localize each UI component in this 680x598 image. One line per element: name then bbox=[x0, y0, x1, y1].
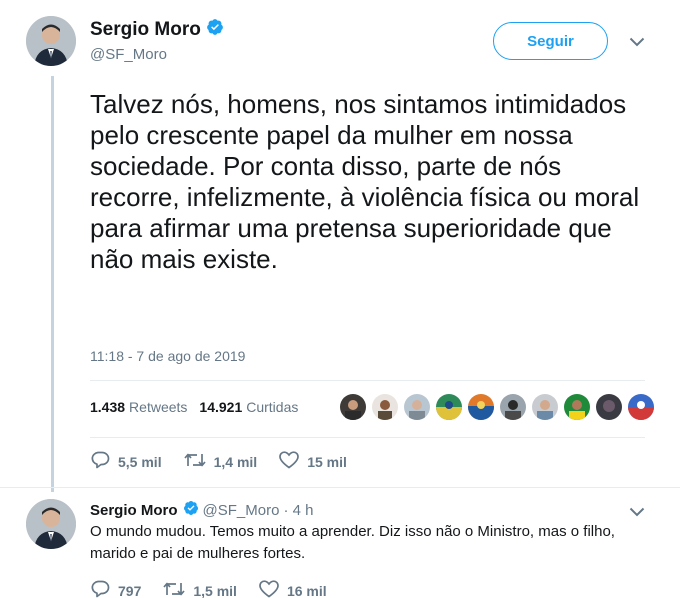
reply-count: 797 bbox=[118, 582, 142, 598]
tweet-timestamp[interactable]: 11:18 - 7 de ago de 2019 bbox=[90, 348, 245, 364]
author-name[interactable]: Sergio Moro bbox=[90, 502, 178, 519]
liker-avatars bbox=[340, 394, 660, 420]
retweet-action[interactable]: 1,4 mil bbox=[183, 452, 258, 471]
liker-avatar[interactable] bbox=[340, 394, 366, 420]
liker-avatar[interactable] bbox=[404, 394, 430, 420]
retweets-label[interactable]: Retweets bbox=[129, 399, 187, 415]
divider bbox=[90, 380, 645, 381]
thread-connector-line bbox=[51, 76, 54, 492]
reply-icon[interactable] bbox=[90, 580, 118, 598]
like-count: 15 mil bbox=[307, 453, 347, 470]
like-count: 16 mil bbox=[286, 582, 327, 598]
tweet-actions: 5,5 mil 1,4 mil 15 mil bbox=[90, 451, 369, 472]
tweet-stats: 1.438 Retweets 14.921 Curtidas bbox=[90, 399, 310, 415]
like-action[interactable]: 16 mil bbox=[259, 580, 327, 598]
author-handle[interactable]: @SF_Moro bbox=[90, 46, 167, 63]
like-icon[interactable] bbox=[259, 580, 287, 598]
like-icon[interactable] bbox=[279, 451, 307, 472]
follow-button[interactable]: Seguir bbox=[493, 22, 608, 60]
retweet-icon[interactable] bbox=[163, 581, 193, 598]
avatar[interactable] bbox=[26, 16, 76, 66]
liker-avatar[interactable] bbox=[500, 394, 526, 420]
liker-avatar[interactable] bbox=[564, 394, 590, 420]
reply-action[interactable]: 797 bbox=[90, 580, 141, 598]
reply-count: 5,5 mil bbox=[118, 453, 162, 470]
like-action[interactable]: 15 mil bbox=[279, 451, 347, 472]
retweets-count[interactable]: 1.438 bbox=[90, 399, 125, 415]
divider bbox=[0, 487, 680, 488]
verified-badge-icon bbox=[206, 18, 224, 41]
liker-avatar[interactable] bbox=[532, 394, 558, 420]
chevron-down-icon[interactable] bbox=[629, 34, 645, 52]
liker-avatar[interactable] bbox=[596, 394, 622, 420]
likes-count[interactable]: 14.921 bbox=[199, 399, 242, 415]
reply-text: O mundo mudou. Temos muito a aprender. D… bbox=[90, 523, 615, 562]
divider bbox=[90, 437, 645, 438]
reply-author: Sergio Moro @SF_Moro · 4 h bbox=[90, 500, 313, 520]
avatar[interactable] bbox=[26, 499, 76, 549]
tweet-author: Sergio Moro bbox=[90, 18, 224, 41]
retweet-action[interactable]: 1,5 mil bbox=[163, 581, 237, 598]
tweet-text: Talvez nós, homens, nos sintamos intimid… bbox=[90, 89, 640, 274]
reply-actions: 797 1,5 mil 16 mil bbox=[90, 580, 349, 598]
reply-icon[interactable] bbox=[90, 451, 118, 472]
liker-avatar[interactable] bbox=[436, 394, 462, 420]
reply-action[interactable]: 5,5 mil bbox=[90, 451, 162, 472]
verified-badge-icon bbox=[183, 500, 199, 520]
author-name[interactable]: Sergio Moro bbox=[90, 19, 201, 41]
liker-avatar[interactable] bbox=[468, 394, 494, 420]
likes-label[interactable]: Curtidas bbox=[246, 399, 298, 415]
retweet-count: 1,5 mil bbox=[193, 582, 237, 598]
author-handle[interactable]: @SF_Moro bbox=[203, 502, 280, 519]
liker-avatar[interactable] bbox=[372, 394, 398, 420]
chevron-down-icon[interactable] bbox=[629, 504, 645, 522]
liker-avatar[interactable] bbox=[628, 394, 654, 420]
retweet-count: 1,4 mil bbox=[213, 453, 258, 470]
reply-time[interactable]: · 4 h bbox=[283, 502, 313, 519]
retweet-icon[interactable] bbox=[183, 452, 214, 471]
